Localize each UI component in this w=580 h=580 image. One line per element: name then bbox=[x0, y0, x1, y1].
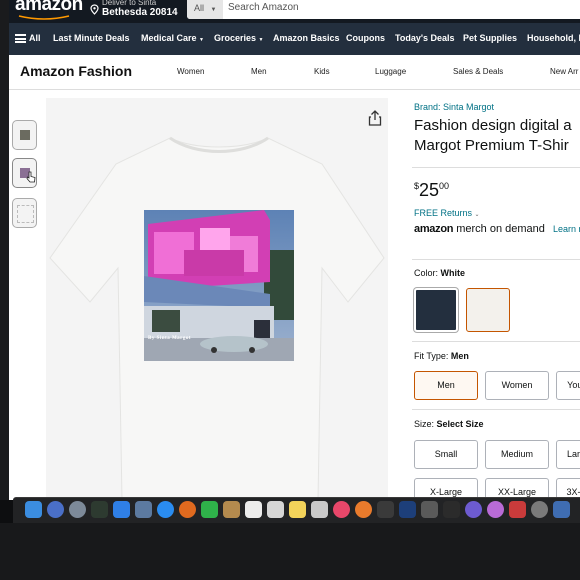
chevron-down-icon: ▼ bbox=[258, 37, 264, 43]
amazon-logo[interactable]: amazon bbox=[15, 0, 83, 16]
safari-icon[interactable] bbox=[157, 501, 174, 518]
fashion-nav-women[interactable]: Women bbox=[177, 67, 204, 76]
nav-item-last-minute-deals[interactable]: Last Minute Deals bbox=[53, 33, 130, 43]
print-caption: By Sinta Margot bbox=[148, 336, 192, 341]
search-bar[interactable]: All ▼ Search Amazon bbox=[187, 0, 580, 19]
location-pin-icon bbox=[90, 4, 99, 18]
size-label: Size: Select Size bbox=[414, 419, 484, 429]
amazon-header: amazon Deliver to Sinta Bethesda 20814 A… bbox=[9, 0, 580, 23]
finder-icon[interactable] bbox=[25, 501, 42, 518]
fashion-nav-men[interactable]: Men bbox=[251, 67, 267, 76]
rocket-icon[interactable] bbox=[69, 501, 86, 518]
calendar-icon[interactable] bbox=[245, 501, 262, 518]
search-input[interactable]: Search Amazon bbox=[228, 0, 299, 19]
main-nav: All Last Minute Deals Medical Care ▼ Gro… bbox=[9, 23, 580, 55]
desk-surface bbox=[0, 523, 580, 580]
nav-item-household[interactable]: Household, H bbox=[527, 33, 580, 43]
chevron-down-icon: ▼ bbox=[210, 7, 217, 13]
size-option-medium[interactable]: Medium bbox=[485, 440, 549, 469]
thumbnail-image bbox=[17, 205, 34, 223]
fit-option-youth[interactable]: Yout bbox=[556, 371, 580, 400]
thumbnail-2[interactable] bbox=[12, 158, 37, 188]
search-category-dropdown[interactable]: All ▼ bbox=[187, 0, 223, 19]
nav-item-pet-supplies[interactable]: Pet Supplies bbox=[463, 33, 517, 43]
fashion-subnav: Amazon Fashion Women Men Kids Luggage Sa… bbox=[9, 55, 580, 90]
divider bbox=[412, 409, 580, 410]
product-title: Fashion design digital a Margot Premium … bbox=[414, 117, 572, 154]
merch-label: merch on demand bbox=[456, 223, 545, 235]
gear-icon[interactable] bbox=[465, 501, 482, 518]
fashion-nav-sales-deals[interactable]: Sales & Deals bbox=[453, 67, 503, 76]
app-grid-icon[interactable] bbox=[509, 501, 526, 518]
notes-icon[interactable] bbox=[223, 501, 240, 518]
fashion-nav-luggage[interactable]: Luggage bbox=[375, 67, 406, 76]
nav-all[interactable]: All bbox=[29, 33, 41, 43]
divider bbox=[412, 167, 580, 168]
imovie-icon[interactable] bbox=[399, 501, 416, 518]
preview-icon[interactable] bbox=[135, 501, 152, 518]
color-swatch-white[interactable] bbox=[466, 288, 510, 332]
photos-icon[interactable] bbox=[311, 501, 328, 518]
nav-item-todays-deals[interactable]: Today's Deals bbox=[395, 33, 455, 43]
product-info-panel: Brand: Sinta Margot Fashion design digit… bbox=[410, 97, 580, 500]
thumbnail-1[interactable] bbox=[12, 120, 37, 150]
chevron-down-icon: ▼ bbox=[199, 37, 204, 43]
chevron-down-icon: ⌄ bbox=[474, 212, 480, 218]
stickies-icon[interactable] bbox=[289, 501, 306, 518]
screen-bezel bbox=[0, 0, 9, 500]
nav-item-medical-care[interactable]: Medical Care ▼ bbox=[141, 33, 204, 43]
nav-item-amazon-basics[interactable]: Amazon Basics bbox=[273, 33, 340, 43]
hamburger-menu-icon[interactable] bbox=[15, 34, 26, 43]
reminders-icon[interactable] bbox=[267, 501, 284, 518]
facetime-icon[interactable] bbox=[201, 501, 218, 518]
color-swatch-navy[interactable] bbox=[414, 288, 458, 332]
free-returns-link[interactable]: FREE Returns ⌄ bbox=[414, 208, 480, 218]
music-icon[interactable] bbox=[333, 501, 350, 518]
delivery-location: Bethesda 20814 bbox=[102, 7, 178, 18]
divider bbox=[412, 341, 580, 342]
color-label: Color: White bbox=[414, 268, 466, 278]
thumbnail-image bbox=[20, 130, 30, 140]
learn-more-link[interactable]: Learn m bbox=[553, 224, 580, 234]
product-image-viewer[interactable]: By Sinta Margot bbox=[46, 98, 388, 500]
photo-booth-icon[interactable] bbox=[487, 501, 504, 518]
nav-item-coupons[interactable]: Coupons bbox=[346, 33, 385, 43]
live-icon[interactable] bbox=[443, 501, 460, 518]
fit-option-men[interactable]: Men bbox=[414, 371, 478, 400]
graphic-print-image: By Sinta Margot bbox=[144, 210, 294, 361]
fit-option-women[interactable]: Women bbox=[485, 371, 549, 400]
size-option-small[interactable]: Small bbox=[414, 440, 478, 469]
merch-on-demand: amazon merch on demand Learn m bbox=[414, 223, 580, 235]
divider bbox=[412, 259, 580, 260]
keynote-icon[interactable] bbox=[421, 501, 438, 518]
hand-cursor-icon bbox=[26, 171, 36, 183]
guitar-icon[interactable] bbox=[377, 501, 394, 518]
product-price: $2500 bbox=[414, 180, 450, 200]
fit-type-label: Fit Type: Men bbox=[414, 351, 469, 361]
size-option-large[interactable]: Larg bbox=[556, 440, 580, 469]
merch-amazon-logo: amazon bbox=[414, 223, 454, 235]
fashion-nav-new-arrivals[interactable]: New Arr bbox=[550, 67, 578, 76]
activity-monitor-icon[interactable] bbox=[91, 501, 108, 518]
fashion-nav-kids[interactable]: Kids bbox=[314, 67, 330, 76]
browser-viewport: amazon Deliver to Sinta Bethesda 20814 A… bbox=[9, 0, 580, 500]
system-preferences-icon[interactable] bbox=[531, 501, 548, 518]
nav-item-groceries[interactable]: Groceries ▼ bbox=[214, 33, 264, 43]
search-category-label: All bbox=[194, 3, 205, 13]
launchpad-icon[interactable] bbox=[47, 501, 64, 518]
thumbnail-3[interactable] bbox=[12, 198, 37, 228]
accessibility-icon[interactable] bbox=[553, 501, 570, 518]
firefox-icon[interactable] bbox=[179, 501, 196, 518]
app-store-icon[interactable] bbox=[113, 501, 130, 518]
books-icon[interactable] bbox=[355, 501, 372, 518]
share-icon[interactable] bbox=[368, 110, 382, 126]
brand-link[interactable]: Brand: Sinta Margot bbox=[414, 102, 494, 112]
amazon-fashion-title[interactable]: Amazon Fashion bbox=[20, 63, 132, 79]
macos-dock bbox=[13, 497, 580, 523]
amazon-smile-logo bbox=[18, 15, 70, 20]
